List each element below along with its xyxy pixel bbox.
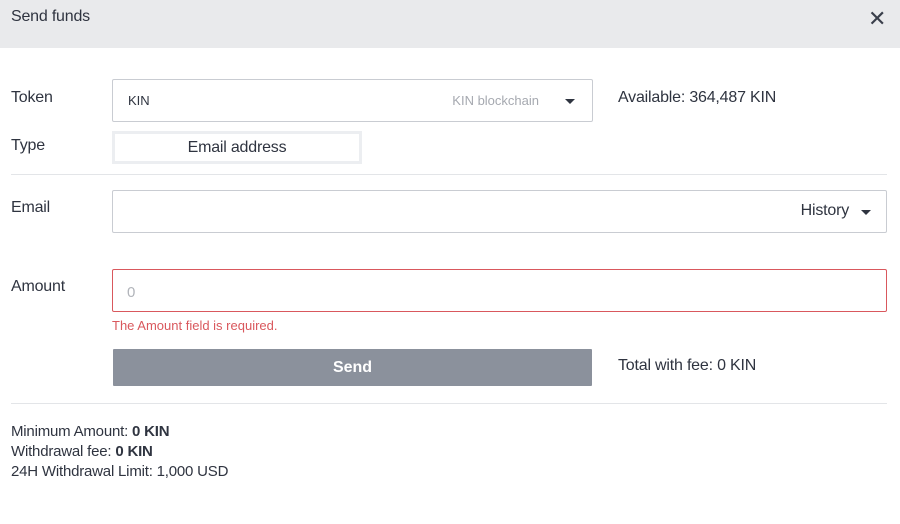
send-button[interactable]: Send [113,349,592,386]
send-funds-dialog: Send funds ✕ Token KIN KIN blockchain Av… [0,0,900,524]
type-label: Type [11,137,45,154]
close-icon[interactable]: ✕ [868,8,886,30]
available-balance: Available: 364,487 KIN [618,89,777,106]
token-value: KIN [128,93,150,108]
minimum-amount-label: Minimum Amount: [11,423,133,440]
withdrawal-info: Minimum Amount: 0 KIN Withdrawal fee: 0 … [11,422,228,482]
divider [11,403,887,404]
minimum-amount-value: 0 KIN [132,423,170,440]
dialog-title: Send funds [11,8,90,25]
email-field: History [112,190,887,233]
withdrawal-fee-value: 0 KIN [115,443,153,460]
withdrawal-limit: 24H Withdrawal Limit: 1,000 USD [11,463,229,480]
type-email-address-option[interactable]: Email address [112,131,362,164]
token-label: Token [11,89,53,106]
withdrawal-fee-label: Withdrawal fee: [11,443,116,460]
withdrawal-fee-row: Withdrawal fee: 0 KIN [11,442,228,462]
token-network: KIN blockchain [452,93,539,108]
chevron-down-icon[interactable] [861,210,871,215]
chevron-down-icon [565,99,575,104]
minimum-amount-row: Minimum Amount: 0 KIN [11,422,228,442]
dialog-header: Send funds ✕ [0,0,900,48]
history-dropdown[interactable]: History [801,202,850,220]
email-label: Email [11,199,51,216]
amount-error-message: The Amount field is required. [112,318,278,333]
amount-field [112,269,887,312]
total-with-fee: Total with fee: 0 KIN [618,357,757,374]
divider [11,174,887,175]
amount-label: Amount [11,278,65,295]
email-input[interactable] [123,199,727,227]
token-select[interactable]: KIN KIN blockchain [112,79,593,122]
amount-input[interactable] [125,278,869,306]
